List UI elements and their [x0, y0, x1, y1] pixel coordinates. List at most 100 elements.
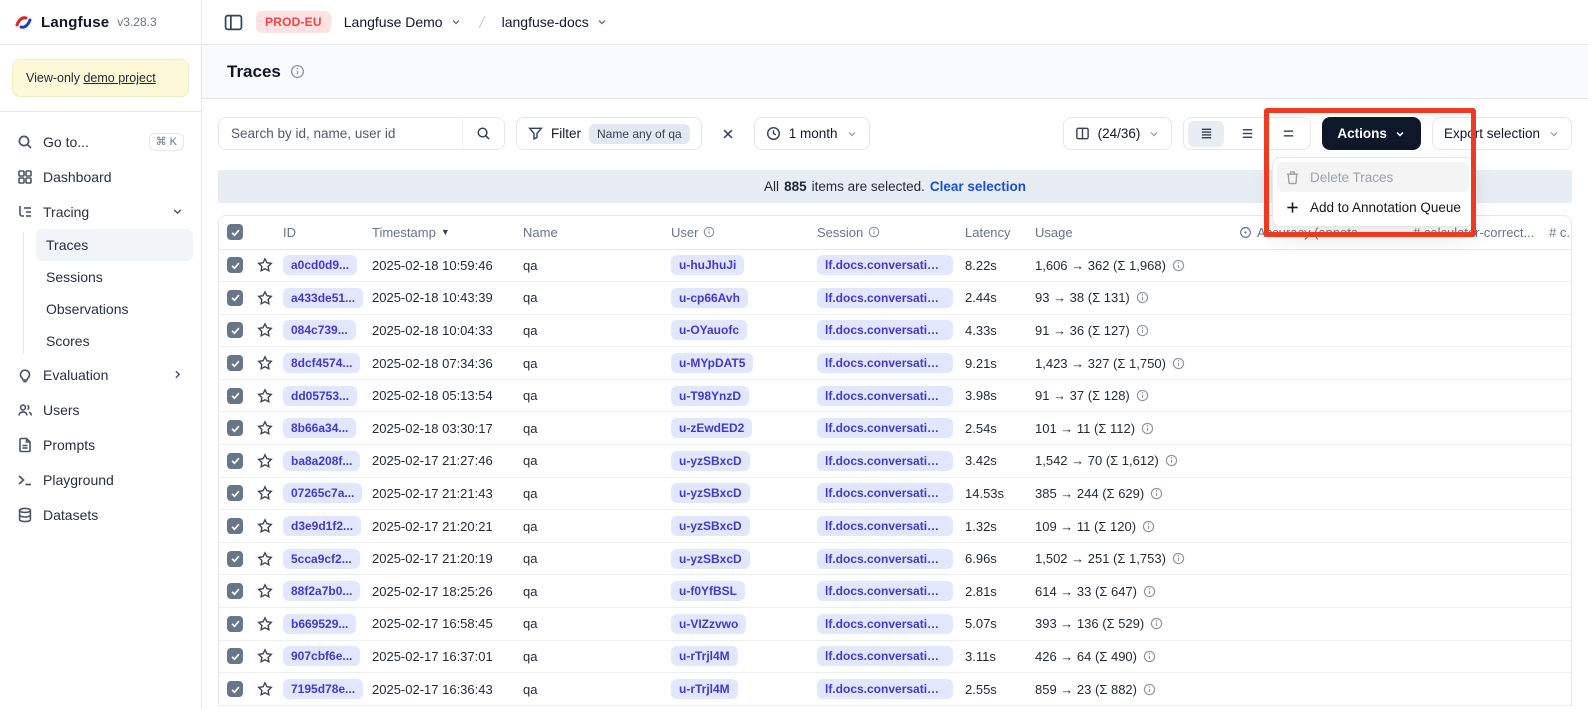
column-header-user[interactable]: User [665, 216, 811, 249]
session-badge[interactable]: lf.docs.conversation... [817, 418, 953, 438]
favorite-star-icon[interactable] [257, 257, 273, 273]
info-icon[interactable] [290, 64, 305, 79]
trace-id-badge[interactable]: 8b66a34... [283, 418, 356, 438]
columns-button[interactable]: (24/36) [1063, 117, 1173, 150]
info-icon[interactable] [1143, 650, 1156, 663]
row-checkbox[interactable] [227, 583, 243, 599]
session-badge[interactable]: lf.docs.conversation... [817, 516, 953, 536]
favorite-star-icon[interactable] [257, 648, 273, 664]
trace-id-badge[interactable]: 907cbf6e... [283, 646, 360, 666]
sidebar-item-observations[interactable]: Observations [36, 293, 193, 325]
sidebar-item-sessions[interactable]: Sessions [36, 261, 193, 293]
search-input[interactable] [219, 118, 462, 149]
column-header-timestamp[interactable]: Timestamp▼ [366, 216, 517, 249]
favorite-star-icon[interactable] [257, 518, 273, 534]
row-height-small-button[interactable] [1188, 121, 1224, 147]
user-badge[interactable]: u-yzSBxcD [671, 516, 750, 536]
sidebar-item-datasets[interactable]: Datasets [8, 497, 193, 532]
select-all-checkbox[interactable] [227, 224, 243, 240]
info-icon[interactable] [1143, 585, 1156, 598]
trace-id-badge[interactable]: a433de51... [283, 288, 363, 308]
favorite-star-icon[interactable] [257, 485, 273, 501]
org-switcher[interactable]: Langfuse Demo [344, 14, 462, 30]
favorite-star-icon[interactable] [257, 420, 273, 436]
sidebar-item-traces[interactable]: Traces [36, 229, 193, 261]
trace-id-badge[interactable]: 88f2a7b0... [283, 581, 360, 601]
demo-project-link[interactable]: demo project [83, 71, 155, 85]
row-checkbox[interactable] [227, 420, 243, 436]
sidebar-item-prompts[interactable]: Prompts [8, 427, 193, 462]
row-checkbox[interactable] [227, 518, 243, 534]
trace-id-badge[interactable]: a0cd0d9... [283, 255, 357, 275]
user-badge[interactable]: u-MYpDAT5 [671, 353, 753, 373]
favorite-star-icon[interactable] [257, 322, 273, 338]
actions-button[interactable]: Actions [1322, 117, 1421, 150]
user-badge[interactable]: u-f0YfBSL [671, 581, 745, 601]
column-header-session[interactable]: Session [811, 216, 959, 249]
session-badge[interactable]: lf.docs.conversation... [817, 549, 953, 569]
column-header-name[interactable]: Name [517, 216, 665, 249]
row-checkbox[interactable] [227, 616, 243, 632]
row-checkbox[interactable] [227, 257, 243, 273]
row-checkbox[interactable] [227, 485, 243, 501]
user-badge[interactable]: u-huJhuJi [671, 255, 744, 275]
session-badge[interactable]: lf.docs.conversation... [817, 288, 953, 308]
info-icon[interactable] [1150, 487, 1163, 500]
session-badge[interactable]: lf.docs.conversation... [817, 386, 953, 406]
row-height-large-button[interactable] [1270, 121, 1306, 147]
sidebar-item-goto[interactable]: Go to... ⌘ K [8, 124, 193, 159]
info-icon[interactable] [1136, 389, 1149, 402]
row-checkbox[interactable] [227, 551, 243, 567]
session-badge[interactable]: lf.docs.conversation... [817, 679, 953, 699]
sidebar-item-tracing[interactable]: Tracing [8, 194, 193, 229]
trace-id-badge[interactable]: 7195d78e... [283, 679, 363, 699]
favorite-star-icon[interactable] [257, 616, 273, 632]
user-badge[interactable]: u-yzSBxcD [671, 483, 750, 503]
session-badge[interactable]: lf.docs.conversation... [817, 255, 953, 275]
trace-id-badge[interactable]: 8dcf4574... [283, 353, 360, 373]
user-badge[interactable]: u-rTrjl4M [671, 679, 738, 699]
export-selection-button[interactable]: Export selection [1432, 117, 1572, 150]
column-header-latency[interactable]: Latency [959, 216, 1029, 249]
search-submit-button[interactable] [462, 118, 504, 149]
menu-item-add-to-annotation-queue[interactable]: Add to Annotation Queue [1277, 192, 1469, 222]
row-checkbox[interactable] [227, 322, 243, 338]
trace-id-badge[interactable]: b669529... [283, 614, 356, 634]
user-badge[interactable]: u-OYauofc [671, 320, 747, 340]
favorite-star-icon[interactable] [257, 388, 273, 404]
info-icon[interactable] [1143, 683, 1156, 696]
info-icon[interactable] [1136, 291, 1149, 304]
user-badge[interactable]: u-yzSBxcD [671, 451, 750, 471]
info-icon[interactable] [1141, 422, 1154, 435]
session-badge[interactable]: lf.docs.conversation... [817, 646, 953, 666]
filter-button[interactable]: Filter Name any of qa [516, 117, 702, 150]
time-range-button[interactable]: 1 month [754, 117, 870, 150]
favorite-star-icon[interactable] [257, 290, 273, 306]
favorite-star-icon[interactable] [257, 355, 273, 371]
user-badge[interactable]: u-yzSBxcD [671, 549, 750, 569]
info-icon[interactable] [1150, 617, 1163, 630]
sidebar-item-playground[interactable]: Playground [8, 462, 193, 497]
info-icon[interactable] [1172, 357, 1185, 370]
user-badge[interactable]: u-rTrjl4M [671, 646, 738, 666]
info-icon[interactable] [1165, 454, 1178, 467]
user-badge[interactable]: u-T98YnzD [671, 386, 749, 406]
favorite-star-icon[interactable] [257, 681, 273, 697]
session-badge[interactable]: lf.docs.conversation... [817, 483, 953, 503]
trace-id-badge[interactable]: d3e9d1f2... [283, 516, 361, 536]
clear-selection-link[interactable]: Clear selection [930, 179, 1026, 194]
sidebar-item-dashboard[interactable]: Dashboard [8, 159, 193, 194]
column-header-extra[interactable]: # c... [1543, 216, 1572, 249]
user-badge[interactable]: u-VIZzvwo [671, 614, 746, 634]
trace-id-badge[interactable]: ba8a208f... [283, 451, 360, 471]
row-height-medium-button[interactable] [1229, 121, 1265, 147]
session-badge[interactable]: lf.docs.conversation... [817, 451, 953, 471]
column-header-usage[interactable]: Usage [1029, 216, 1233, 249]
row-checkbox[interactable] [227, 388, 243, 404]
session-badge[interactable]: lf.docs.conversation... [817, 581, 953, 601]
user-badge[interactable]: u-zEwdED2 [671, 418, 752, 438]
sidebar-item-users[interactable]: Users [8, 392, 193, 427]
project-switcher[interactable]: langfuse-docs [502, 14, 608, 30]
info-icon[interactable] [1136, 324, 1149, 337]
sidebar-item-scores[interactable]: Scores [36, 325, 193, 357]
